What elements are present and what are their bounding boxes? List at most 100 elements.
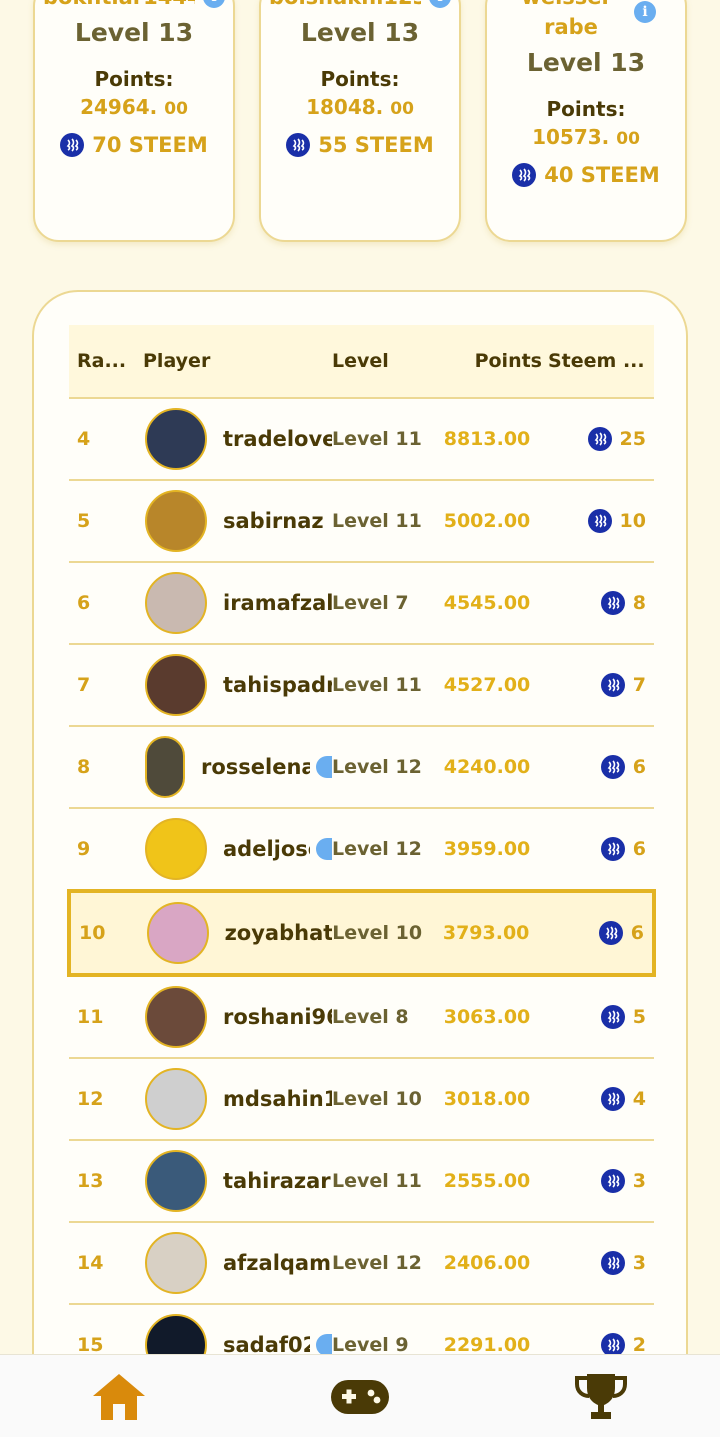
header-player[interactable]: Player [137,350,332,372]
player-cell: sabirnaz [137,490,332,552]
avatar[interactable] [145,736,185,798]
gamepad-icon [331,1380,389,1414]
rank-cell: 7 [77,674,91,696]
rank-cell: 9 [77,838,91,860]
player-name[interactable]: afzalqam [223,1251,331,1275]
podium-card-rank-3[interactable]: weisser-rabe i Level 13 Points: 10573. 0… [485,0,687,242]
player-cell: iramafzal [137,572,332,634]
rank-cell: 14 [77,1252,104,1274]
player-name[interactable]: sabirnaz [223,509,324,533]
rank-cell: 11 [77,1006,104,1028]
avatar[interactable] [145,408,207,470]
table-row[interactable]: 12 mdsahin1 Level 10 3018.00 4 [69,1059,654,1141]
steem-cell: 25 [542,427,654,451]
table-row[interactable]: 8 rosselena Level 12 4240.00 6 [69,727,654,809]
player-name[interactable]: roshani96 [223,1005,332,1029]
podium-steem-reward: 70 STEEM [35,133,233,157]
podium-player-name[interactable]: bokhtiar1444 [43,0,195,12]
table-body: 4 tradelove Level 11 8813.00 25 5 sabirnaz Leve… [67,399,656,1387]
steem-cell: 6 [542,755,654,779]
nav-home-button[interactable] [89,1367,149,1427]
header-level[interactable]: Level [332,351,432,371]
podium-card-rank-1[interactable]: bokhtiar1444 i Level 13 Points: 24964. 0… [33,0,235,242]
player-name[interactable]: tahirazar [223,1169,331,1193]
avatar[interactable] [145,572,207,634]
info-icon[interactable]: i [634,1,656,23]
table-row[interactable]: 11 roshani96 Level 8 3063.00 5 [69,977,654,1059]
points-cell: 3063.00 [443,1006,531,1028]
avatar[interactable] [145,1150,207,1212]
avatar[interactable] [145,986,207,1048]
podium-steem-reward: 55 STEEM [261,133,459,157]
points-cell: 2555.00 [443,1170,531,1192]
podium-player-name[interactable]: boishakhi123 [269,0,421,12]
table-row[interactable]: 5 sabirnaz Level 11 5002.00 10 [69,481,654,563]
header-points[interactable]: Points [432,350,542,372]
level-cell: Level 10 [332,922,423,944]
player-cell: adeljose [137,818,332,880]
nav-leaderboard-button[interactable] [571,1367,631,1427]
level-cell: Level 12 [332,1252,422,1274]
steem-cell: 3 [542,1169,654,1193]
leaderboard-table: Ra... Player Level Points Steem ... 4 tra… [67,325,656,1387]
table-row[interactable]: 9 adeljose Level 12 3959.00 6 [69,809,654,891]
steem-cell: 5 [542,1005,654,1029]
info-icon[interactable]: i [203,0,225,8]
info-icon[interactable] [316,756,332,778]
table-row[interactable]: 6 iramafzal Level 7 4545.00 8 [69,563,654,645]
podium-level: Level 13 [74,18,194,47]
home-icon [93,1374,145,1420]
table-row-current-user[interactable]: 10 zoyabhattiLevel 10 3793.00 6 [67,889,656,977]
player-name[interactable]: tahispadri [223,673,332,697]
level-cell: Level 10 [332,1088,422,1110]
points-cell: 4527.00 [443,674,531,696]
steem-icon [600,1251,625,1275]
level-cell: Level 9 [332,1334,409,1356]
level-cell: Level 7 [332,592,409,614]
level-cell: Level 12 [332,838,422,860]
top-three-podium: bokhtiar1444 i Level 13 Points: 24964. 0… [0,0,720,242]
steem-icon [512,163,537,187]
avatar[interactable] [146,902,209,964]
table-row[interactable]: 7 tahispadri Level 11 4527.00 7 [69,645,654,727]
steem-icon [600,1169,625,1193]
podium-level: Level 13 [526,48,646,77]
avatar[interactable] [145,818,207,880]
podium-player-name[interactable]: weisser-rabe [516,0,626,42]
table-row[interactable]: 4 tradelove Level 11 8813.00 25 [69,399,654,481]
podium-level: Level 13 [300,18,420,47]
steem-cell: 4 [542,1087,654,1111]
player-name[interactable]: iramafzal [223,591,332,615]
rank-cell: 12 [77,1088,104,1110]
player-name[interactable]: tradelove [223,427,332,451]
player-cell: roshani96 [137,986,332,1048]
info-icon[interactable]: i [429,0,451,8]
avatar[interactable] [145,490,207,552]
header-steem[interactable]: Steem ... [542,350,654,372]
table-row[interactable]: 14 afzalqam Level 12 2406.00 3 [69,1223,654,1305]
player-name[interactable]: adeljose [223,837,310,861]
avatar[interactable] [145,1232,207,1294]
steem-cell: 8 [542,591,654,615]
player-name[interactable]: zoyabhatti [225,921,333,945]
level-cell: Level 11 [332,1170,422,1192]
avatar[interactable] [145,1068,207,1130]
steem-icon [587,509,612,533]
steem-icon [600,837,625,861]
info-icon[interactable] [316,838,332,860]
avatar[interactable] [145,654,207,716]
player-name[interactable]: rosselena [201,755,310,779]
level-cell: Level 11 [332,428,422,450]
rank-cell: 13 [77,1170,104,1192]
steem-cell: 10 [542,509,654,533]
player-name[interactable]: mdsahin1 [223,1087,332,1111]
nav-games-button[interactable] [330,1367,390,1427]
header-rank[interactable]: Ra... [69,350,137,372]
info-icon[interactable] [316,1334,332,1356]
steem-icon [286,133,311,157]
podium-card-rank-2[interactable]: boishakhi123 i Level 13 Points: 18048. 0… [259,0,461,242]
podium-points: 10573. 00 [532,125,640,149]
level-cell: Level 11 [332,510,422,532]
table-row[interactable]: 13 tahirazar Level 11 2555.00 3 [69,1141,654,1223]
steem-icon [587,427,612,451]
